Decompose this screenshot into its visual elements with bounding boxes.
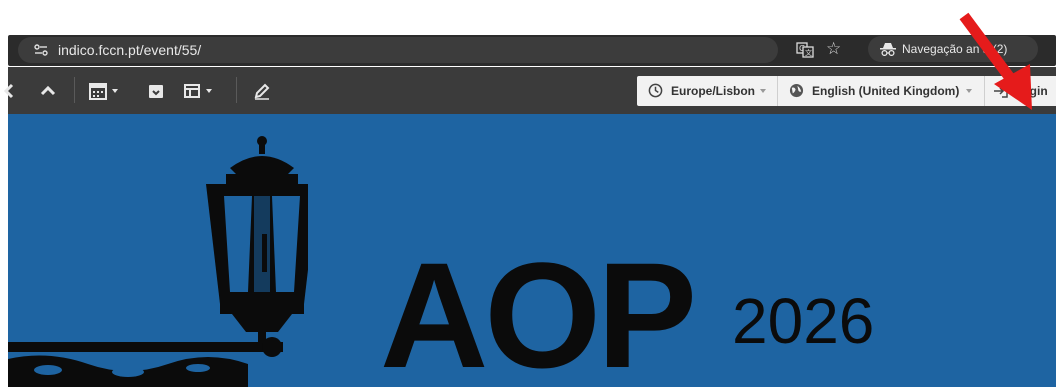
archive-icon[interactable] xyxy=(146,81,166,101)
toolbar-divider xyxy=(236,77,237,103)
globe-icon xyxy=(789,83,804,98)
svg-text:文: 文 xyxy=(805,48,812,57)
star-icon[interactable]: ☆ xyxy=(826,39,841,59)
edit-pencil-icon[interactable] xyxy=(252,81,272,101)
event-banner: AOP 2026 xyxy=(8,114,1056,387)
url-text[interactable]: indico.fccn.pt/event/55/ xyxy=(58,42,201,58)
chevron-up-icon[interactable] xyxy=(38,81,58,101)
street-lamp-logo xyxy=(8,136,308,387)
event-title: AOP xyxy=(380,231,697,387)
calendar-icon[interactable] xyxy=(88,81,108,101)
caret-down-icon xyxy=(760,89,766,93)
timezone-selector[interactable]: Europe/Lisbon xyxy=(637,76,777,106)
incognito-icon xyxy=(880,43,896,56)
toolbar-divider xyxy=(74,77,75,103)
site-info-icon[interactable] xyxy=(34,43,48,57)
timezone-label: Europe/Lisbon xyxy=(671,84,755,98)
caret-down-icon[interactable] xyxy=(112,89,118,93)
language-label: English (United Kingdom) xyxy=(812,84,960,98)
caret-down-icon[interactable] xyxy=(206,89,212,93)
back-icon[interactable] xyxy=(0,81,20,101)
event-toolbar: Europe/Lisbon English (United Kingdom) L… xyxy=(3,67,1056,114)
layout-icon[interactable] xyxy=(182,81,202,101)
event-year: 2026 xyxy=(732,285,875,357)
clock-icon xyxy=(648,83,663,98)
omnibox[interactable]: indico.fccn.pt/event/55/ xyxy=(18,37,778,63)
annotation-arrow-icon xyxy=(959,12,1032,110)
translate-icon[interactable]: G 文 xyxy=(796,42,814,58)
